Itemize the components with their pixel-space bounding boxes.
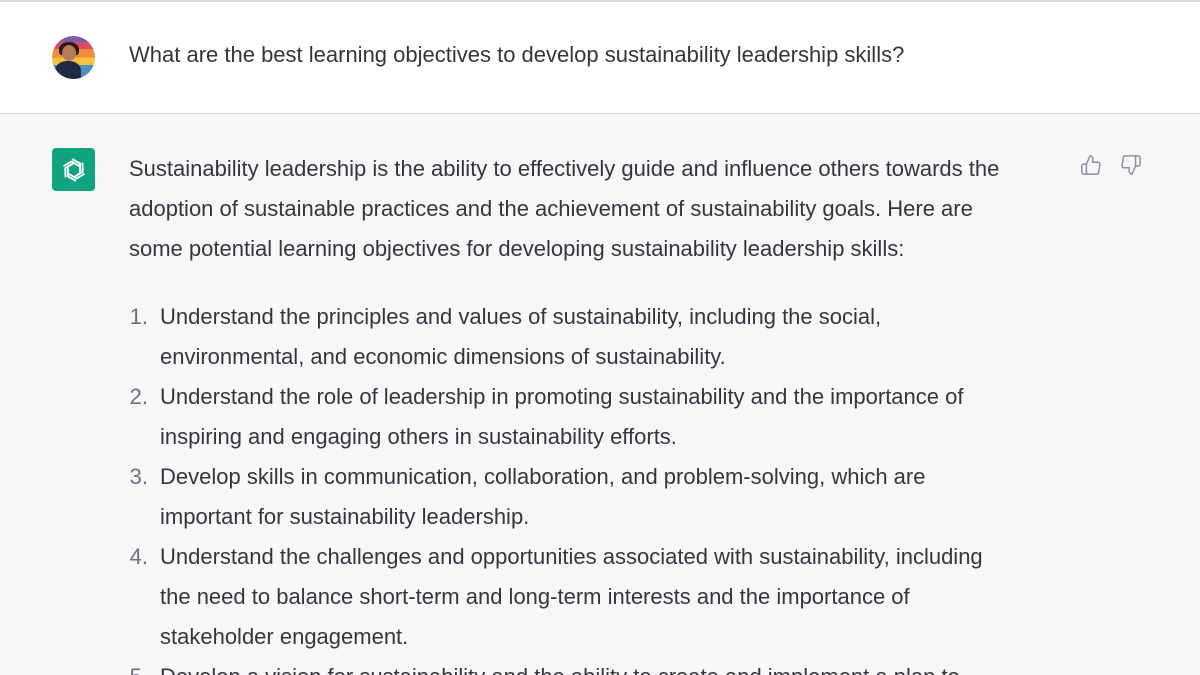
thumbs-down-button[interactable]	[1118, 152, 1144, 178]
intro-line: Sustainability leadership is the ability…	[129, 156, 1000, 181]
assistant-message-content: Sustainability leadership is the ability…	[129, 149, 1069, 675]
assistant-intro-paragraph: Sustainability leadership is the ability…	[129, 149, 1069, 269]
user-message-row: What are the best learning objectives to…	[0, 2, 1200, 114]
avatar-face	[62, 45, 76, 61]
assistant-message-row: Sustainability leadership is the ability…	[0, 114, 1200, 675]
list-item: 1. Understand the principles and values …	[129, 297, 1069, 377]
list-item-line: stakeholder engagement.	[160, 624, 409, 649]
list-item: 3. Develop skills in communication, coll…	[129, 457, 1069, 537]
list-item-line: important for sustainability leadership.	[160, 504, 530, 529]
list-item-line: Develop a vision for sustainability and …	[160, 664, 960, 675]
thumbs-down-icon	[1121, 155, 1141, 175]
assistant-avatar	[52, 148, 95, 191]
openai-logo-icon	[62, 157, 85, 182]
intro-line: adoption of sustainable practices and th…	[129, 196, 973, 221]
thumbs-up-button[interactable]	[1078, 152, 1104, 178]
list-item-number: 1.	[129, 304, 148, 329]
user-avatar	[52, 36, 95, 79]
intro-line: some potential learning objectives for d…	[129, 236, 905, 261]
list-item: 5. Develop a vision for sustainability a…	[129, 657, 1069, 675]
list-item-line: inspiring and engaging others in sustain…	[160, 424, 677, 449]
chat-page: What are the best learning objectives to…	[0, 0, 1200, 675]
list-item-line: Understand the principles and values of …	[160, 304, 882, 329]
learning-objectives-list: 1. Understand the principles and values …	[129, 297, 1069, 675]
list-item-number: 4.	[129, 544, 148, 569]
list-item: 2. Understand the role of leadership in …	[129, 377, 1069, 457]
avatar-body	[55, 61, 81, 79]
list-item-line: the need to balance short-term and long-…	[160, 584, 910, 609]
list-item-number: 3.	[129, 464, 148, 489]
list-item: 4. Understand the challenges and opportu…	[129, 537, 1069, 657]
list-item-line: Understand the role of leadership in pro…	[160, 384, 964, 409]
list-item-line: environmental, and economic dimensions o…	[160, 344, 726, 369]
list-item-number: 5.	[126, 657, 148, 675]
user-message-text: What are the best learning objectives to…	[129, 42, 905, 67]
list-item-line: Understand the challenges and opportunit…	[160, 544, 983, 569]
list-item-line: Develop skills in communication, collabo…	[160, 464, 926, 489]
thumbs-up-icon	[1081, 155, 1101, 175]
list-item-number: 2.	[129, 384, 148, 409]
